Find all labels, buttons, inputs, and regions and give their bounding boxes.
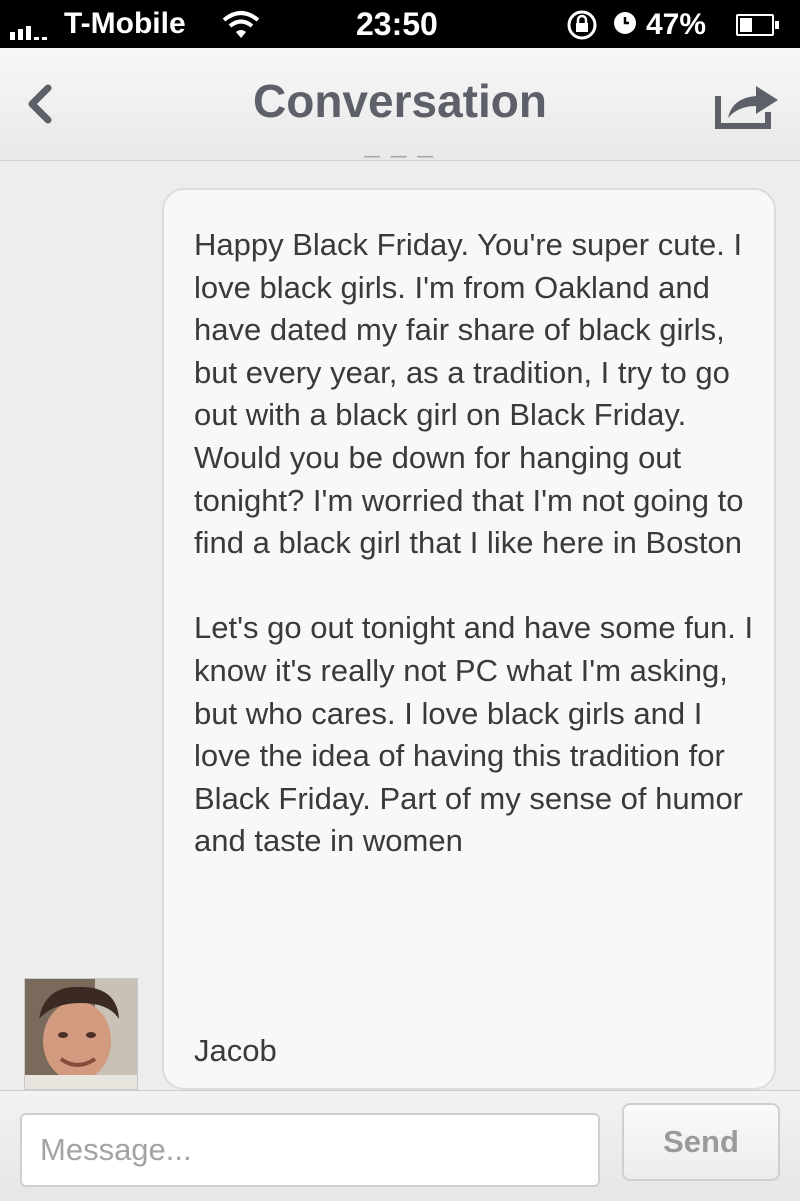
message-input[interactable] [20,1113,600,1187]
message-body: Happy Black Friday. You're super cute. I… [194,227,754,859]
composer: Send [0,1090,800,1201]
share-icon[interactable] [712,78,782,130]
battery-percent: 47% [646,8,707,41]
nav-bar: Conversation [0,48,800,161]
status-time: 23:50 [356,6,438,42]
signal-icon [10,18,54,40]
rotation-lock-icon [567,10,597,40]
page-title: Conversation [253,75,547,127]
status-bar: T-Mobile 23:50 47% [0,0,800,48]
wifi-icon [222,11,260,38]
alarm-icon [614,12,636,34]
message-signature: Jacob [194,1033,277,1068]
battery-icon [736,14,779,36]
message-bubble: Happy Black Friday. You're super cute. I… [162,188,776,1090]
avatar[interactable] [24,978,138,1090]
date-separator: — — — [364,148,436,164]
send-button[interactable]: Send [622,1103,780,1181]
sender-photo [25,979,137,1089]
carrier-label: T-Mobile [64,7,186,40]
